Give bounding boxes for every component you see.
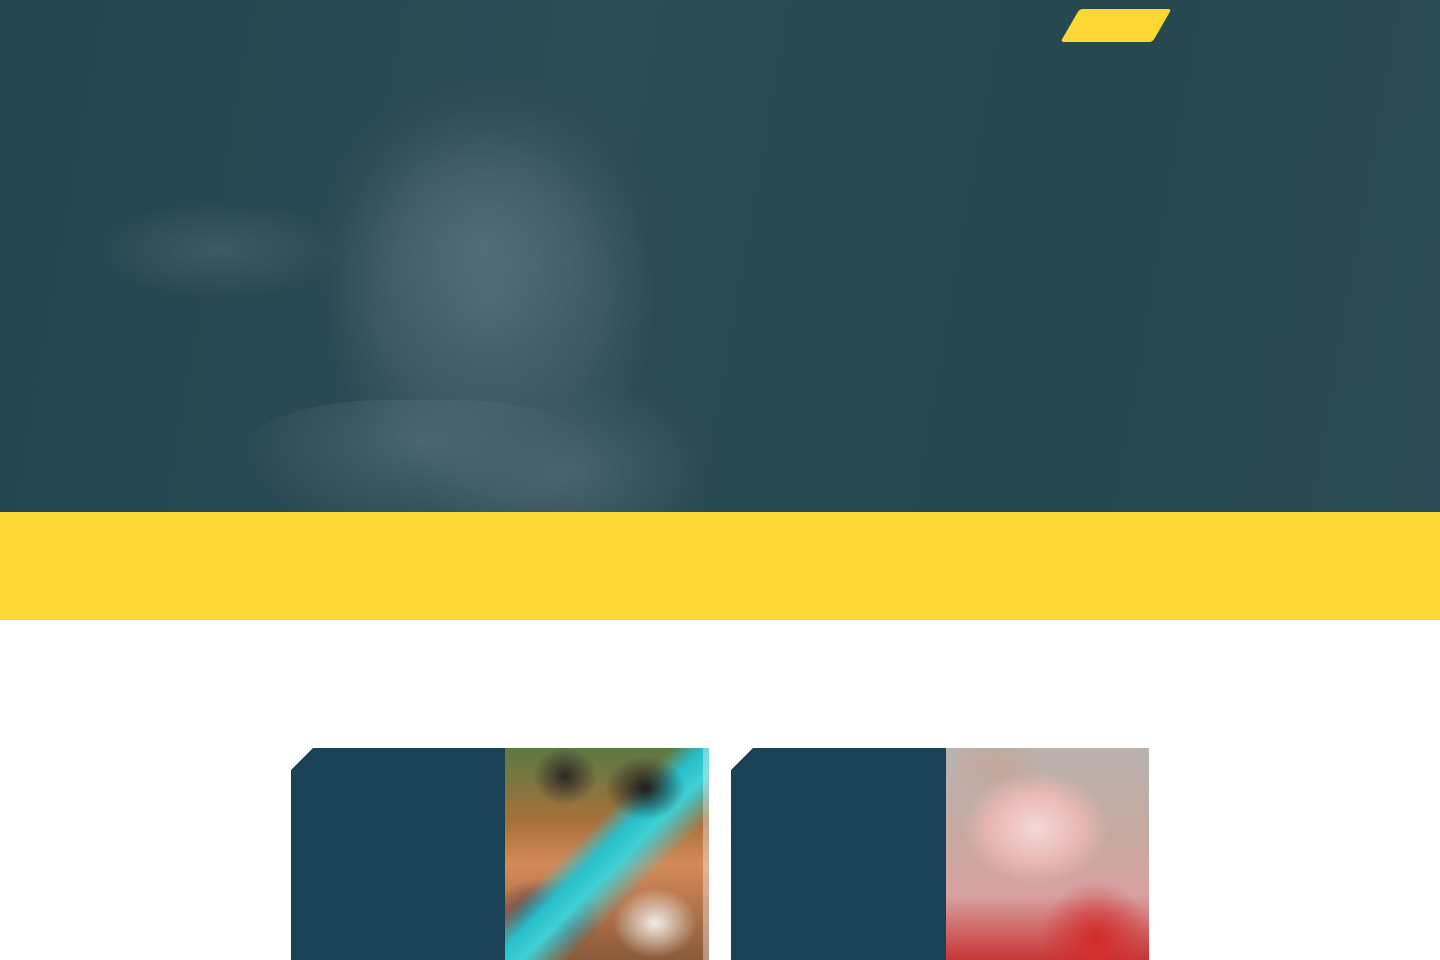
yellow-banner: [0, 512, 1440, 620]
hero-section: [0, 0, 1440, 512]
card-photo-edge: [703, 748, 709, 960]
card-photo: [946, 748, 1149, 960]
hero-cta-button[interactable]: [1060, 9, 1172, 42]
hero-background-photo: [320, 80, 650, 410]
card-corner-notch: [291, 748, 313, 770]
program-card-2[interactable]: [731, 748, 1149, 960]
card-corner-notch: [731, 748, 753, 770]
card-photo: [505, 748, 709, 960]
card-panel: [291, 748, 505, 960]
hero-background-figure: [240, 400, 600, 512]
card-panel: [731, 748, 946, 960]
program-card-1[interactable]: [291, 748, 709, 960]
